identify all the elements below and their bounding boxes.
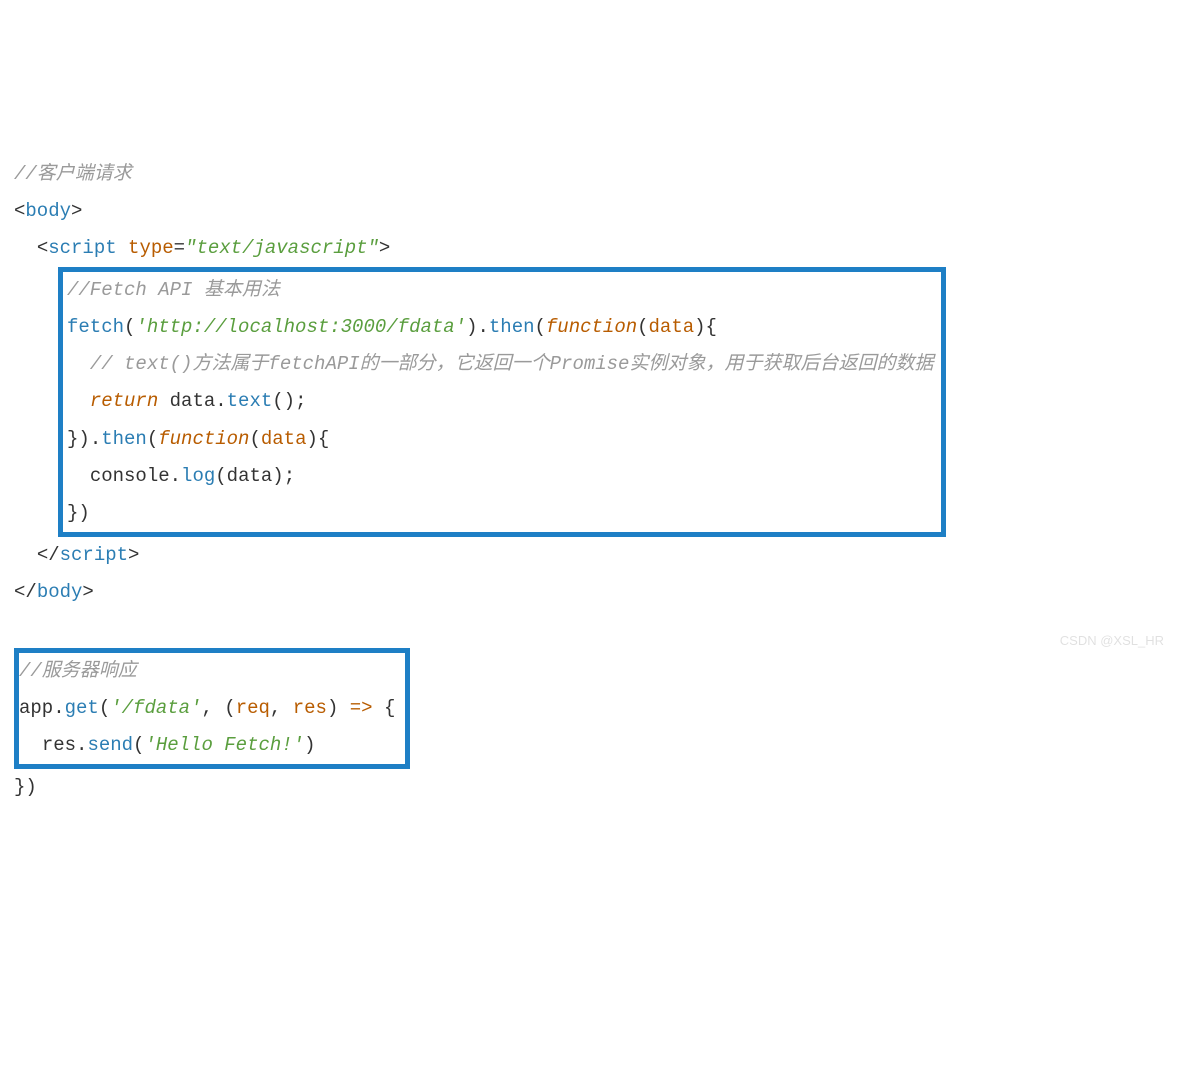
comment-text-method: // text()方法属于fetchAPI的一部分，它返回一个Promise实例… (90, 353, 934, 375)
res-ident: res (42, 734, 76, 756)
attr-type: type (128, 237, 174, 259)
comment-fetch-api: //Fetch API 基本用法 (67, 279, 280, 301)
comment-server: //服务器响应 (19, 660, 137, 682)
function-keyword: function (546, 316, 637, 338)
tag-body-open: <body> (14, 200, 82, 222)
text-method: text (227, 390, 273, 412)
then-call-2: then (101, 428, 147, 450)
param-res: res (293, 697, 327, 719)
arrow-fn: => (338, 697, 384, 719)
tag-body-close: </body> (14, 581, 94, 603)
highlighted-box-fetch: //Fetch API 基本用法 fetch('http://localhost… (58, 267, 946, 536)
get-method: get (65, 697, 99, 719)
comment-client: //客户端请求 (14, 163, 132, 185)
param-data: data (649, 316, 695, 338)
send-method: send (87, 734, 133, 756)
fetch-call: fetch (67, 316, 124, 338)
attr-value: "text/javascript" (185, 237, 379, 259)
tag-script-close: </script> (37, 544, 140, 566)
watermark: CSDN @XSL_HR (1060, 628, 1164, 653)
data-ident: data (170, 390, 216, 412)
route-string: '/fdata' (110, 697, 201, 719)
tag-script-open: <script (37, 237, 117, 259)
app-ident: app (19, 697, 53, 719)
highlighted-box-server: //服务器响应 app.get('/fdata', (req, res) => … (14, 648, 410, 769)
console-ident: console (90, 465, 170, 487)
log-method: log (181, 465, 215, 487)
param-req: req (236, 697, 270, 719)
return-keyword: return (90, 390, 158, 412)
fetch-url: 'http://localhost:3000/fdata' (135, 316, 466, 338)
code-block-client: //客户端请求 <body> <script type="text/javasc… (14, 156, 1170, 806)
then-call-1: then (489, 316, 535, 338)
send-message: 'Hello Fetch!' (144, 734, 304, 756)
